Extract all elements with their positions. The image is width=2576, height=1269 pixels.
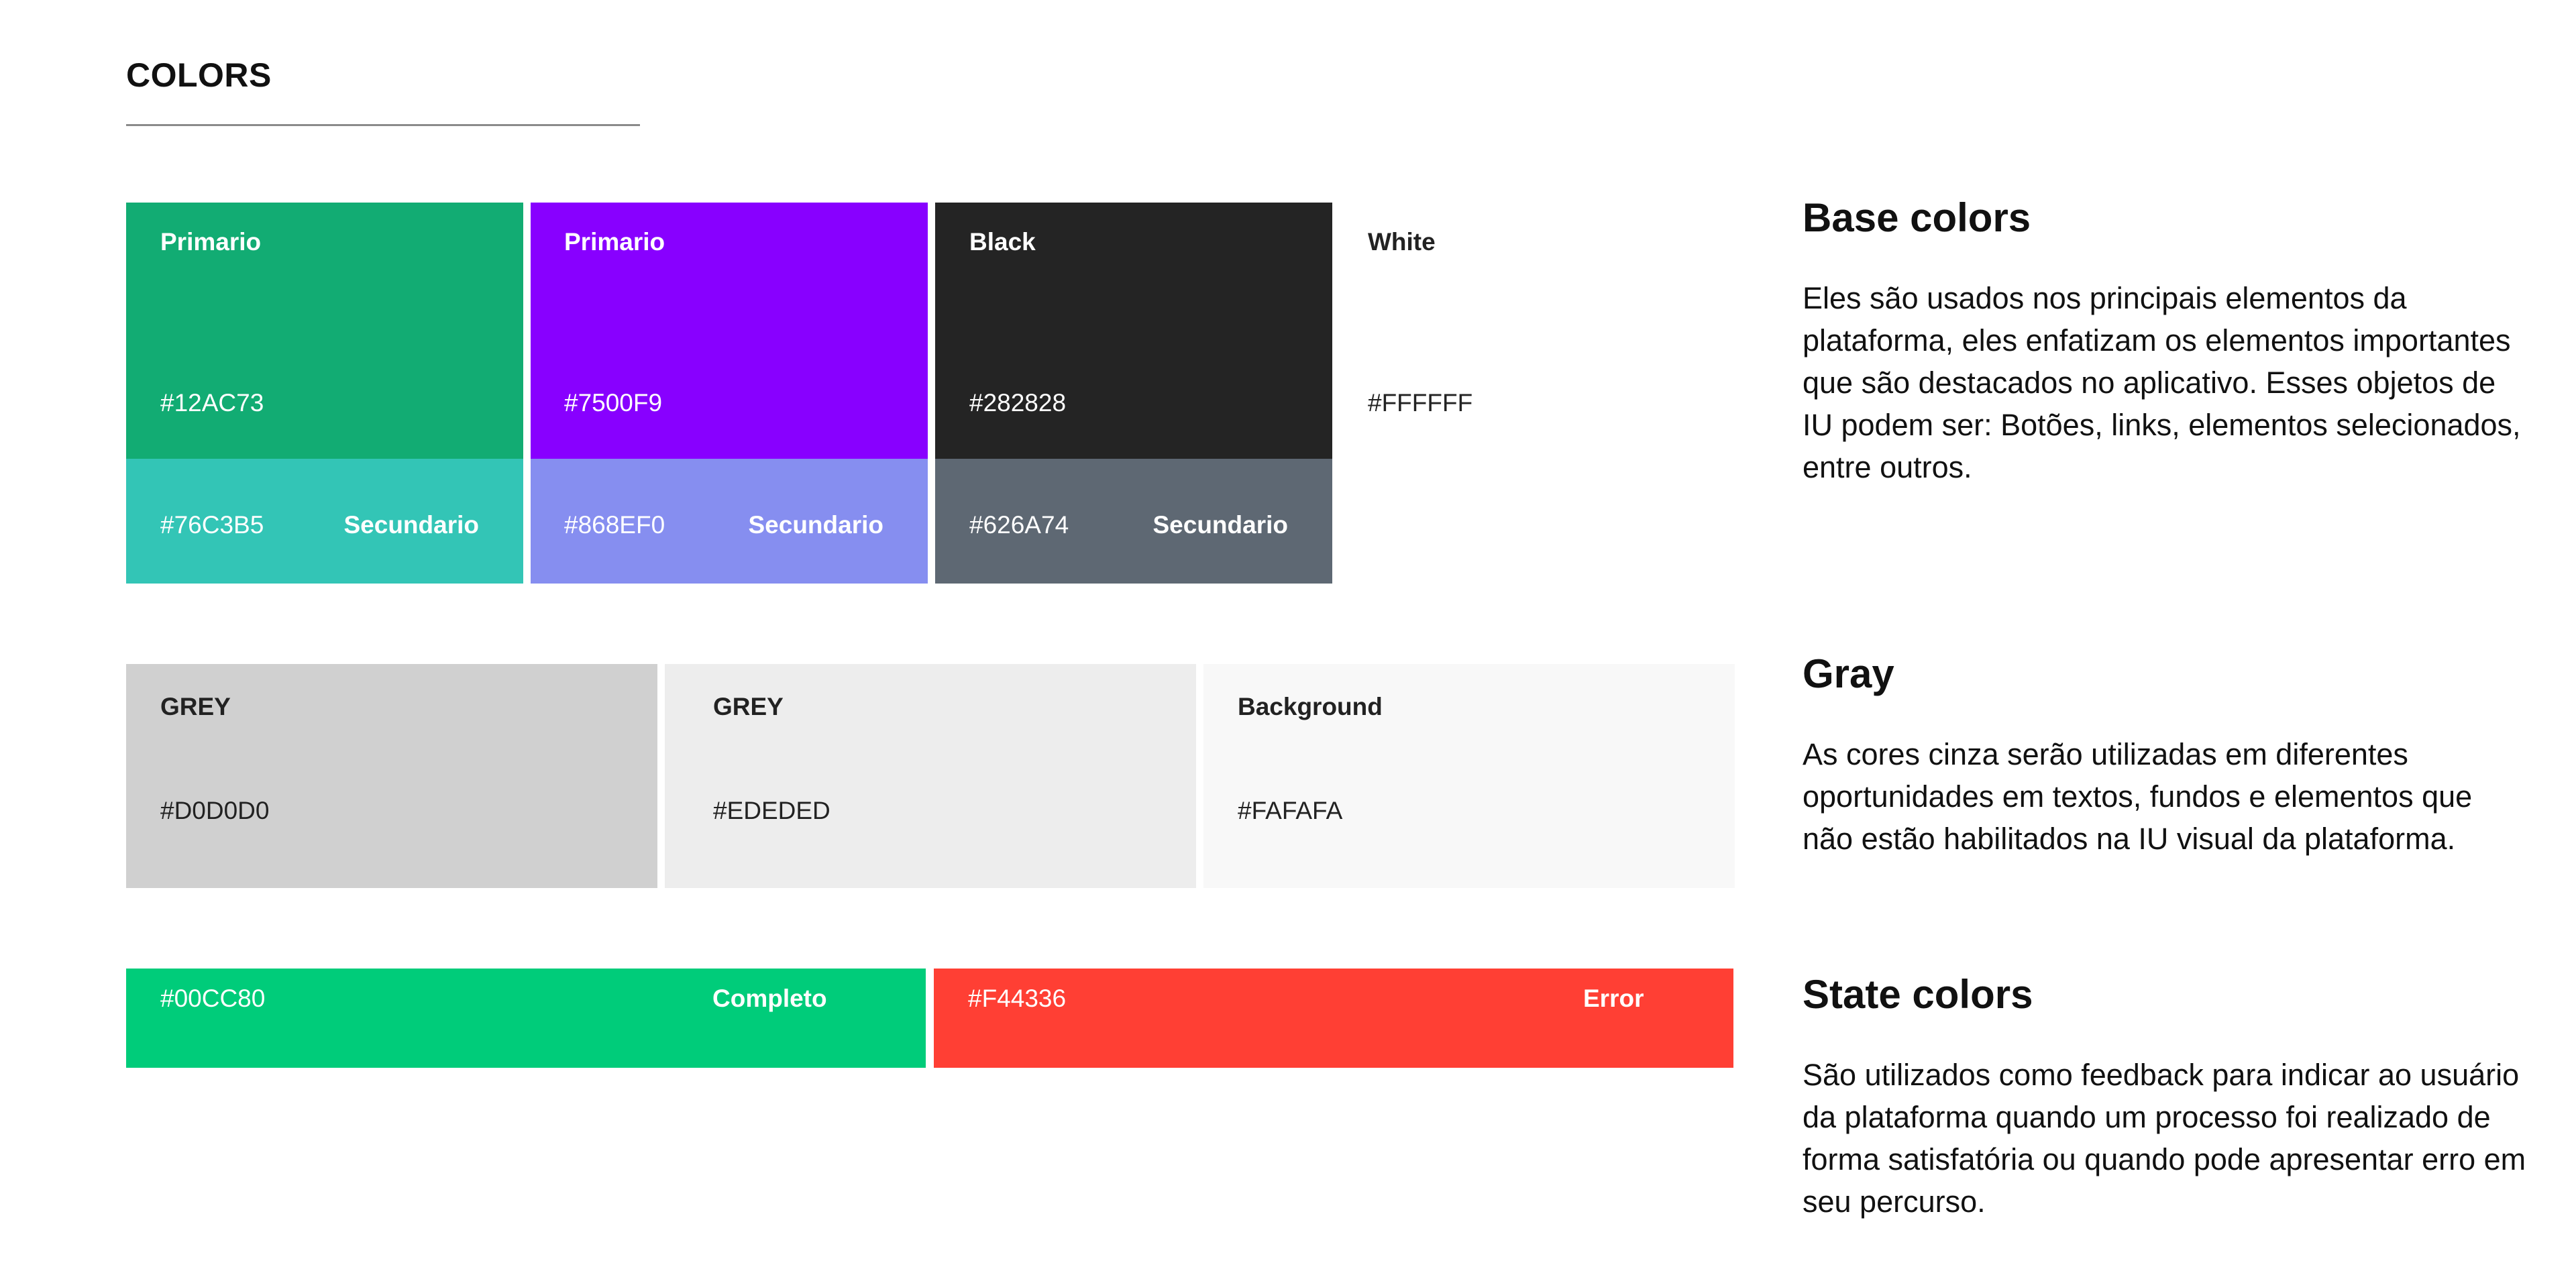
gray-description: As cores cinza serão utilizadas em difer… bbox=[1803, 737, 2473, 856]
swatch-secondary-purple[interactable]: #868EF0 Secundario bbox=[531, 459, 928, 584]
swatch-hex: #00CC80 bbox=[160, 985, 266, 1012]
base-colors-description: Eles são usados nos principais elementos… bbox=[1803, 281, 2521, 484]
swatch-name: Primario bbox=[564, 228, 665, 256]
swatch-name: White bbox=[1368, 228, 1436, 256]
swatch-hex: #868EF0 bbox=[564, 511, 665, 539]
swatch-hex: #282828 bbox=[969, 389, 1067, 417]
swatch-name: Primario bbox=[160, 228, 262, 256]
swatch-name: Background bbox=[1238, 693, 1383, 720]
swatch-secondary-label: Secundario bbox=[343, 511, 480, 539]
swatch-hex: #F44336 bbox=[968, 985, 1067, 1012]
swatch-hex: #FAFAFA bbox=[1238, 797, 1343, 824]
swatch-name: GREY bbox=[713, 693, 784, 720]
swatch-hex: #D0D0D0 bbox=[160, 797, 270, 824]
swatch-secondary-gray[interactable]: #626A74 Secundario bbox=[935, 459, 1332, 584]
swatch-hex: #626A74 bbox=[969, 511, 1069, 539]
swatch-hex: #12AC73 bbox=[160, 389, 264, 417]
state-colors-description: São utilizados como feedback para indica… bbox=[1803, 1058, 2526, 1219]
title-divider bbox=[126, 124, 640, 126]
swatch-state-complete[interactable]: #00CC80 Completo bbox=[126, 969, 926, 1068]
swatch-hex: #EDEDED bbox=[713, 797, 830, 824]
swatch-state-label: Error bbox=[1583, 985, 1644, 1012]
gray-heading: Gray bbox=[1803, 651, 1894, 696]
swatch-grey-d0[interactable]: GREY #D0D0D0 bbox=[126, 664, 657, 888]
swatch-name: Black bbox=[969, 228, 1036, 256]
swatch-black[interactable]: Black #282828 bbox=[935, 203, 1332, 459]
swatch-white[interactable]: White #FFFFFF bbox=[1340, 203, 1737, 459]
state-colors-heading: State colors bbox=[1803, 972, 2033, 1017]
swatch-secondary-label: Secundario bbox=[1152, 511, 1289, 539]
swatch-primary-purple[interactable]: Primario #7500F9 bbox=[531, 203, 928, 459]
swatch-grey-ed[interactable]: GREY #EDEDED bbox=[665, 664, 1196, 888]
page-title: COLORS bbox=[126, 56, 272, 94]
base-colors-heading: Base colors bbox=[1803, 195, 2031, 240]
swatch-background[interactable]: Background #FAFAFA bbox=[1203, 664, 1735, 888]
swatch-hex: #7500F9 bbox=[564, 389, 663, 417]
swatch-name: GREY bbox=[160, 693, 231, 720]
swatch-secondary-label: Secundario bbox=[748, 511, 884, 539]
swatch-secondary-green[interactable]: #76C3B5 Secundario bbox=[126, 459, 523, 584]
swatch-primary-green[interactable]: Primario #12AC73 bbox=[126, 203, 523, 459]
swatch-state-label: Completo bbox=[712, 985, 827, 1012]
swatch-state-error[interactable]: #F44336 Error bbox=[934, 969, 1733, 1068]
swatch-hex: #76C3B5 bbox=[160, 511, 264, 539]
swatch-hex: #FFFFFF bbox=[1368, 389, 1473, 417]
